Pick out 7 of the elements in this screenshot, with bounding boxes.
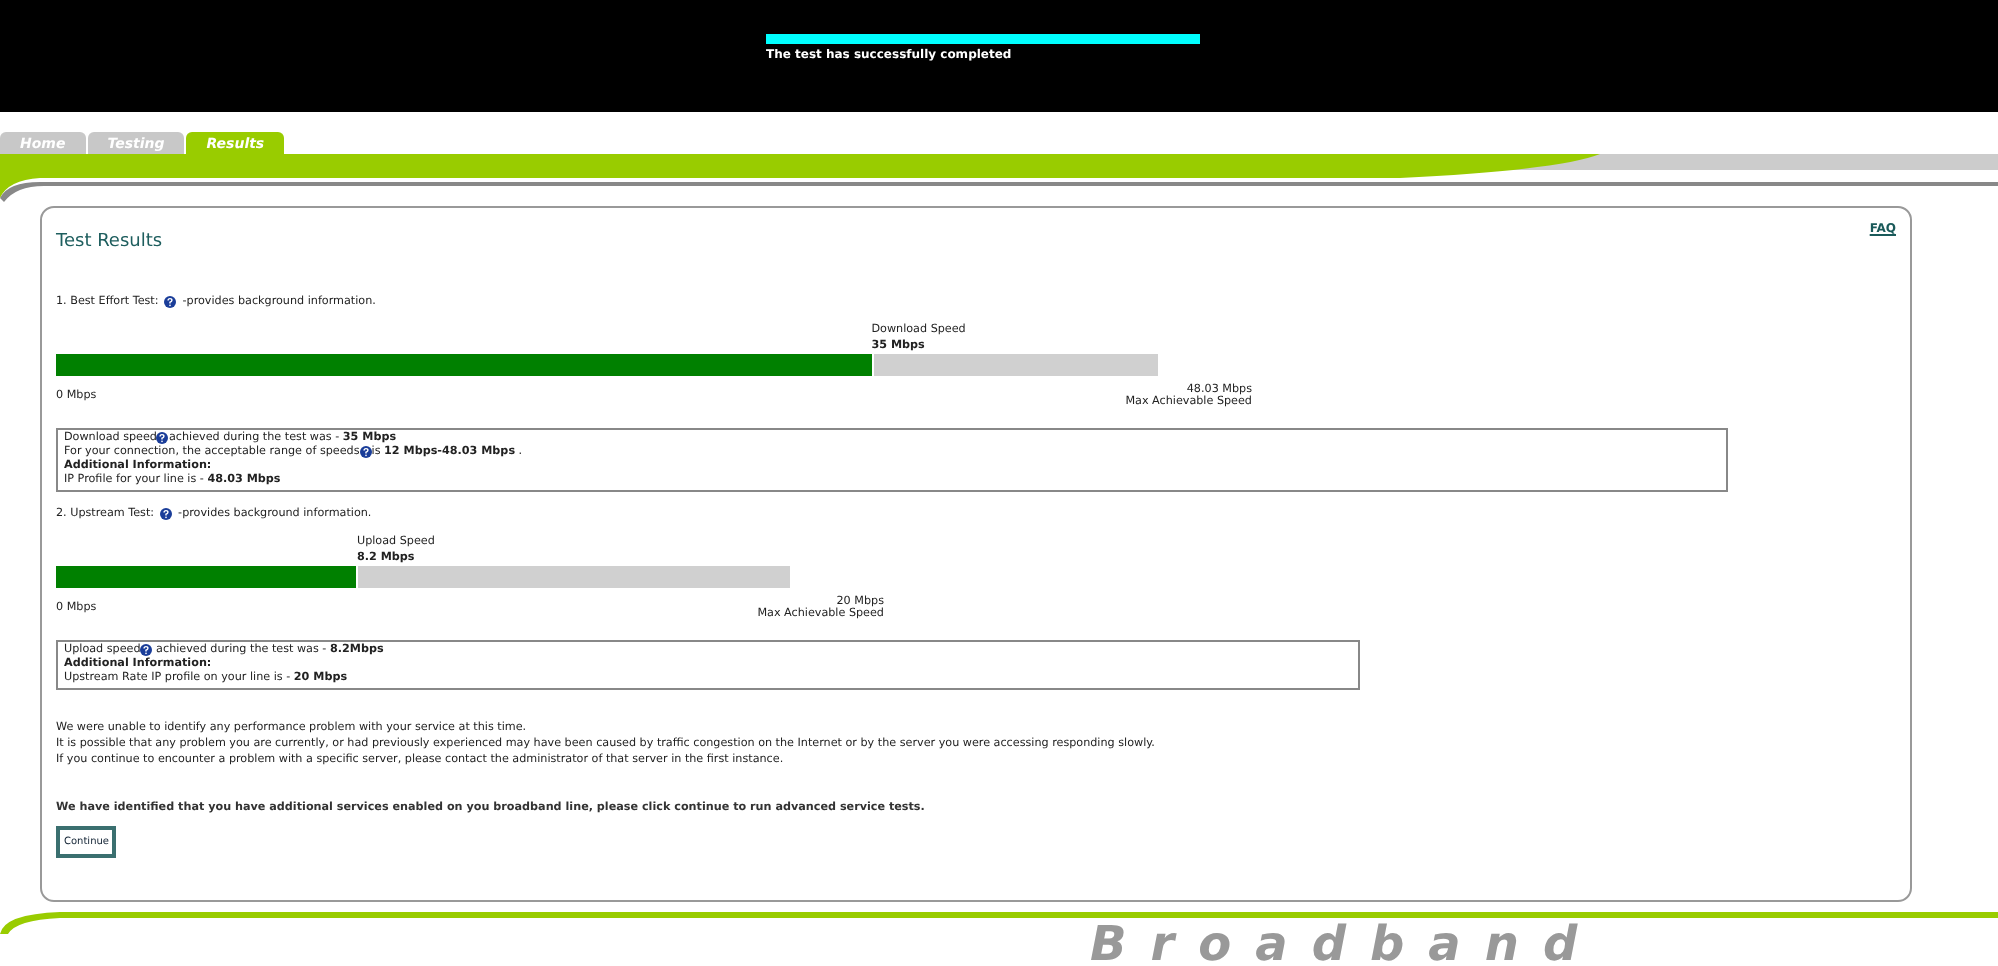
brand-wordmark: Broadband	[1090, 922, 1602, 966]
help-icon[interactable]	[140, 644, 153, 656]
help-icon[interactable]	[359, 446, 372, 458]
page-title: Test Results	[56, 232, 165, 252]
help-icon[interactable]	[156, 432, 169, 444]
help-icon[interactable]	[164, 296, 177, 308]
help-icon[interactable]	[160, 508, 173, 520]
